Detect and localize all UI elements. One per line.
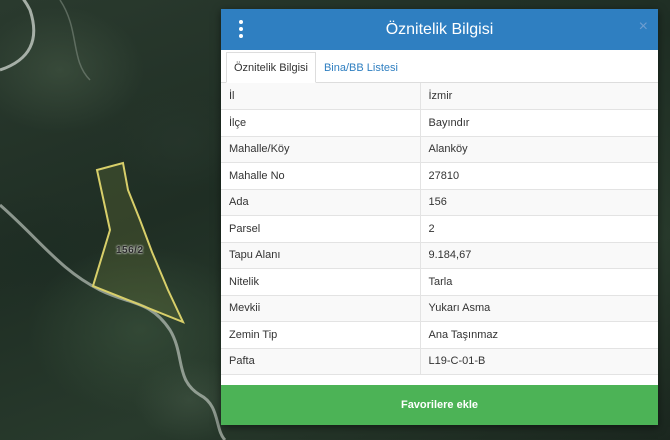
row-value: 156	[420, 189, 658, 216]
tab-attribute-info[interactable]: Öznitelik Bilgisi	[226, 52, 316, 83]
road-line	[0, 0, 36, 72]
table-row: Mevkii Yukarı Asma	[221, 295, 658, 322]
add-to-favorites-button[interactable]: Favorilere ekle	[221, 385, 658, 425]
row-value: Bayındır	[420, 109, 658, 137]
table-row: Parsel 2	[221, 215, 658, 243]
row-key: Mahalle No	[221, 162, 421, 190]
row-value: 27810	[420, 162, 658, 190]
row-key: İl	[221, 83, 421, 110]
table-row: Pafta L19-C-01-B	[221, 348, 658, 375]
row-key: Tapu Alanı	[221, 242, 421, 269]
row-value: Ana Taşınmaz	[420, 321, 658, 349]
panel-title: Öznitelik Bilgisi	[385, 20, 494, 38]
row-key: Nitelik	[221, 268, 421, 296]
row-key: Mahalle/Köy	[221, 136, 421, 163]
row-key: Zemin Tip	[221, 321, 421, 349]
row-value: Alanköy	[420, 136, 658, 163]
table-row: Mahalle No 27810	[221, 162, 658, 190]
row-value: Tarla	[420, 268, 658, 296]
tab-building-list[interactable]: Bina/BB Listesi	[316, 52, 406, 83]
table-row: İlçe Bayındır	[221, 109, 658, 137]
table-row: Nitelik Tarla	[221, 268, 658, 296]
row-value: Yukarı Asma	[420, 295, 658, 322]
table-row: Ada 156	[221, 189, 658, 216]
row-value: L19-C-01-B	[420, 348, 658, 375]
table-row: İl İzmir	[221, 83, 658, 110]
attribute-table: İl İzmir İlçe Bayındır Mahalle/Köy Alanköy …	[221, 83, 658, 375]
row-key: Ada	[221, 189, 421, 216]
row-value: 9.184,67	[420, 242, 658, 269]
attribute-panel: Öznitelik Bilgisi × Öznitelik Bilgisi Bi…	[221, 9, 658, 425]
tab-bar: Öznitelik Bilgisi Bina/BB Listesi	[221, 50, 658, 83]
row-value: İzmir	[420, 83, 658, 110]
vertical-ellipsis-icon	[239, 20, 243, 24]
menu-button[interactable]	[233, 18, 249, 40]
close-button[interactable]: ×	[639, 18, 648, 36]
road-line	[59, 0, 91, 81]
table-row: Tapu Alanı 9.184,67	[221, 242, 658, 269]
parcel-label: 156/2	[116, 245, 144, 256]
row-value: 2	[420, 215, 658, 243]
row-key: Pafta	[221, 348, 421, 375]
row-key: Mevkii	[221, 295, 421, 322]
table-row: Zemin Tip Ana Taşınmaz	[221, 321, 658, 349]
table-row: Mahalle/Köy Alanköy	[221, 136, 658, 163]
panel-header: Öznitelik Bilgisi ×	[221, 9, 658, 50]
parcel-polygon[interactable]	[91, 161, 185, 324]
row-key: Parsel	[221, 215, 421, 243]
row-key: İlçe	[221, 109, 421, 137]
